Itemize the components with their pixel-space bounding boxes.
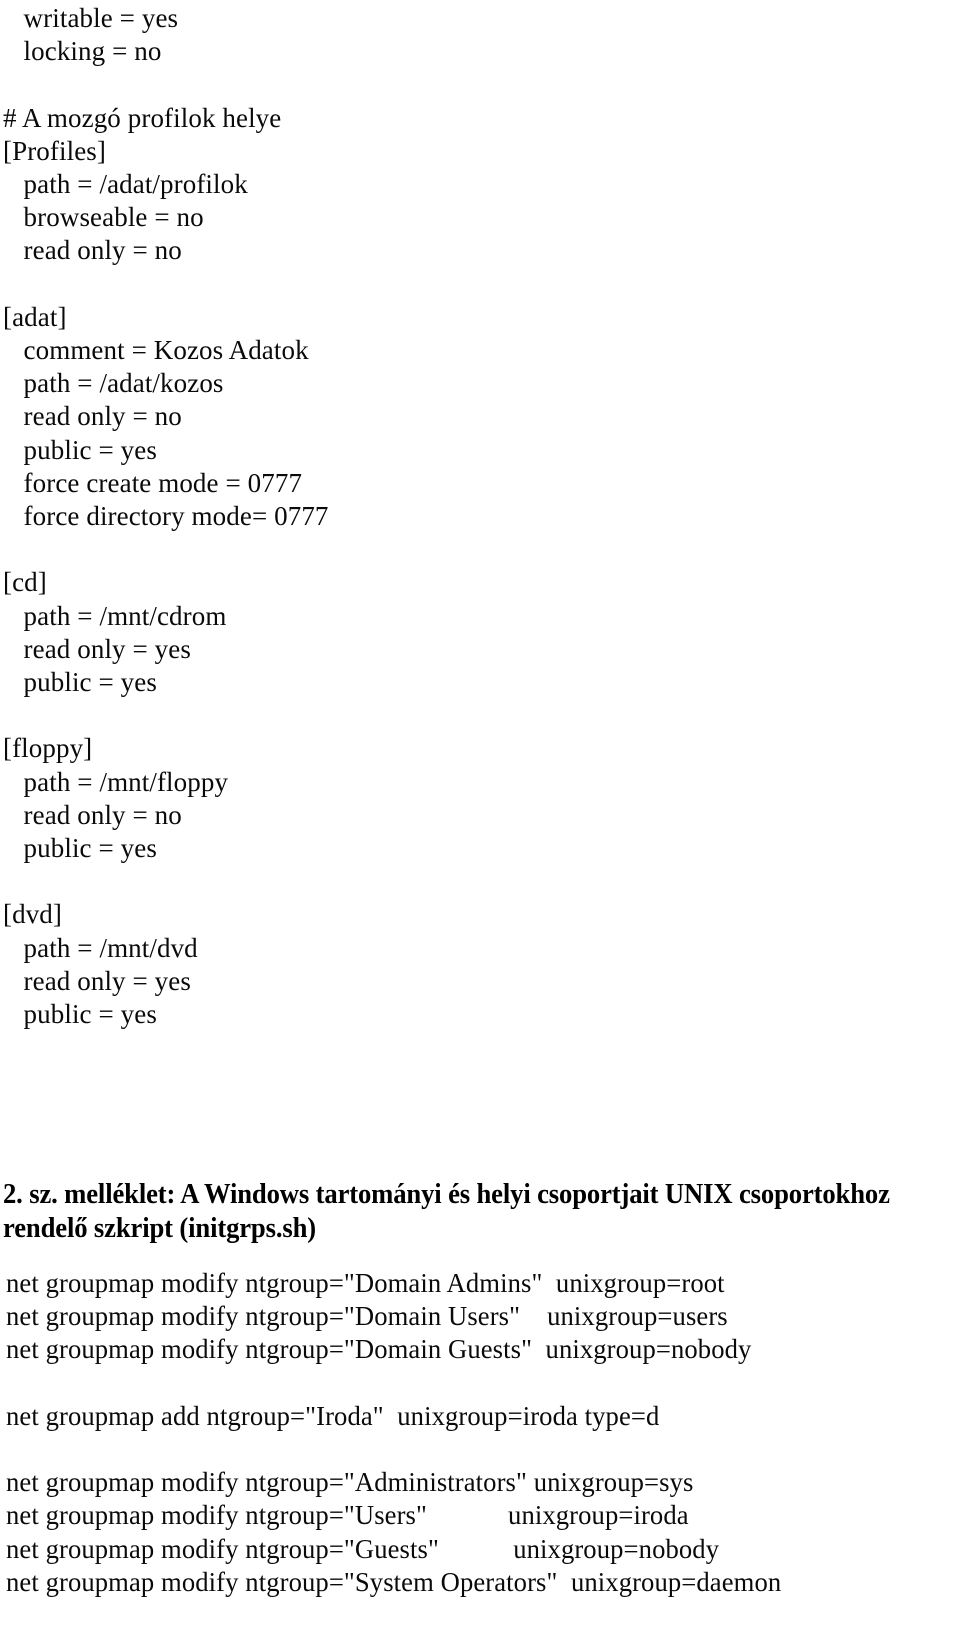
appendix-heading-line-2: rendelő szkript (initgrps.sh)	[3, 1213, 317, 1244]
code-line: net groupmap modify ntgroup="Domain Gues…	[6, 1334, 752, 1365]
code-line: # A mozgó profilok helye	[3, 102, 282, 133]
code-line: force directory mode= 0777	[3, 501, 329, 532]
code-line: net groupmap modify ntgroup="Guests" uni…	[6, 1533, 720, 1564]
appendix-heading-line-1: 2. sz. melléklet: A Windows tartományi é…	[3, 1179, 890, 1210]
code-line: read only = yes	[3, 633, 191, 664]
code-line: read only = yes	[3, 965, 191, 996]
appendix-heading: 2. sz. melléklet: A Windows tartományi é…	[3, 1178, 895, 1246]
code-line: path = /mnt/dvd	[3, 932, 198, 963]
code-line: [floppy]	[3, 733, 93, 764]
code-line: public = yes	[3, 667, 157, 698]
code-line: net groupmap add ntgroup="Iroda" unixgro…	[6, 1400, 660, 1431]
code-line: read only = no	[3, 235, 182, 266]
smb-conf-code-listing: writable = yes locking = no # A mozgó pr…	[3, 2, 957, 1031]
code-line: net groupmap modify ntgroup="Domain User…	[6, 1301, 728, 1332]
code-line: browseable = no	[3, 202, 204, 233]
code-line: writable = yes	[3, 3, 179, 33]
code-line: read only = no	[3, 401, 182, 432]
code-line: net groupmap modify ntgroup="Domain Admi…	[6, 1268, 725, 1298]
code-line: path = /mnt/floppy	[3, 766, 229, 797]
initgrps-script-code-listing: net groupmap modify ntgroup="Domain Admi…	[6, 1267, 956, 1599]
code-line: force create mode = 0777	[3, 467, 303, 498]
code-line: path = /adat/kozos	[3, 368, 224, 399]
code-line: public = yes	[3, 833, 157, 864]
code-line: net groupmap modify ntgroup="System Oper…	[6, 1566, 782, 1597]
code-line: path = /mnt/cdrom	[3, 600, 227, 631]
code-line: net groupmap modify ntgroup="Users" unix…	[6, 1500, 689, 1531]
code-line: path = /adat/profilok	[3, 169, 248, 200]
code-line: public = yes	[3, 434, 157, 465]
code-line: [cd]	[3, 567, 47, 598]
code-line: [Profiles]	[3, 135, 106, 166]
code-line: locking = no	[3, 36, 162, 67]
code-line: net groupmap modify ntgroup="Administrat…	[6, 1467, 694, 1498]
code-line: read only = no	[3, 799, 182, 830]
code-line: [adat]	[3, 301, 67, 332]
code-line: public = yes	[3, 999, 157, 1030]
document-page: writable = yes locking = no # A mozgó pr…	[0, 0, 960, 1626]
code-line: [dvd]	[3, 899, 62, 930]
code-line: comment = Kozos Adatok	[3, 335, 309, 366]
